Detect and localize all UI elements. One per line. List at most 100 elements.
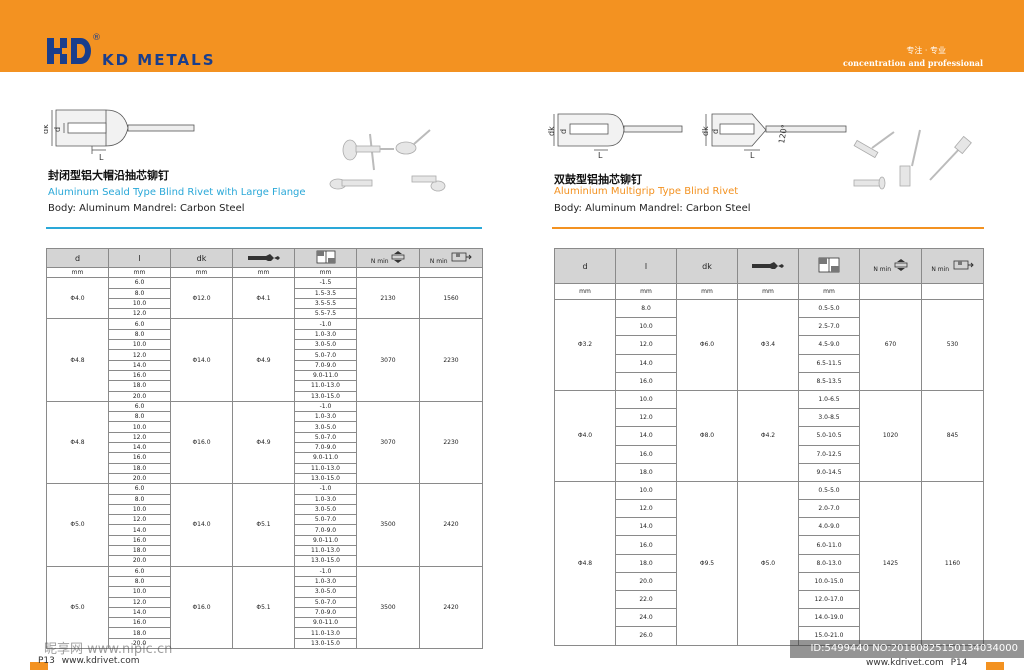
grip-range-cell: 11.0-13.0 (294, 627, 357, 639)
shear-force-cell: 3070 (356, 318, 420, 402)
col-d: d (46, 248, 109, 268)
length-cell: 26.0 (615, 626, 677, 646)
col-shear-force: N min (859, 248, 922, 284)
length-cell: 14.0 (615, 426, 677, 446)
grip-range-cell: 11.0-13.0 (294, 462, 357, 474)
grip-range-cell: 13.0-15.0 (294, 555, 357, 567)
dim-dk-b: dk (701, 126, 710, 136)
units-row: mm mm mm mm mm (554, 283, 984, 300)
length-cell: 18.0 (108, 545, 171, 557)
col-d: d (554, 248, 616, 284)
length-cell: 14.0 (615, 517, 677, 537)
grip-range-cell: 11.0-13.0 (294, 380, 357, 392)
grip-range-cell: 13.0-15.0 (294, 637, 357, 649)
tensile-force-icon (451, 252, 472, 262)
grip-range-cell: 5.0-7.0 (294, 349, 357, 361)
length-cell: 10.0 (615, 317, 677, 337)
tensile-force-cell: 2230 (419, 318, 483, 402)
grip-range-cell: 3.0-5.0 (294, 503, 357, 516)
length-cell: 12.0 (108, 431, 171, 444)
length-cell: 14.0 (108, 359, 171, 371)
tagline-en: concentration and professional (842, 58, 983, 68)
length-cell: 10.0 (108, 297, 171, 310)
drill-hole-cell: Φ5.1 (232, 565, 295, 649)
tensile-force-cell: 1560 (419, 277, 483, 320)
right-spec-table: d l dk N min N min mm mm mm mm mm Φ3.2 8.0 Φ6.0… (554, 248, 984, 646)
tensile-force-cell: 845 (921, 389, 984, 482)
grip-range-cell: -1.0 (294, 318, 357, 330)
kd-logo-icon (47, 38, 91, 64)
col-drill-hole (737, 248, 799, 284)
grip-range-cell: 7.0-9.0 (294, 442, 357, 454)
grip-range-cell: 5.0-7.0 (294, 596, 357, 608)
head-diameter-cell: Φ12.0 (170, 277, 233, 320)
length-cell: 16.0 (615, 371, 677, 391)
length-cell: 20.0 (615, 571, 677, 592)
head-diameter-cell: Φ14.0 (170, 318, 233, 402)
page-number-left: P13 (38, 656, 55, 666)
diameter-cell: Φ3.2 (554, 299, 616, 391)
length-cell: 10.0 (108, 339, 171, 351)
drill-hole-cell: Φ3.4 (737, 299, 799, 391)
grip-range-cell: 9.0-11.0 (294, 617, 357, 629)
length-cell: 14.0 (615, 353, 677, 373)
dim-d-b: d (711, 129, 720, 134)
drill-bit-icon (247, 254, 280, 262)
length-cell: 16.0 (108, 452, 171, 464)
col-dk: dk (170, 248, 233, 268)
shear-force-cell: 2130 (356, 277, 420, 320)
unit-cell: mm (294, 266, 357, 279)
grip-range-cell: 5.0-7.0 (294, 514, 357, 526)
dim-dk-a: dk (548, 126, 556, 136)
footer-url-right: www.kdrivet.com (866, 658, 944, 668)
grip-range-icon (316, 250, 335, 264)
table-row: Φ4.8 10.0 Φ9.5 Φ5.0 0.5-5.0 1425 1160 (554, 480, 984, 646)
grip-range-cell: 13.0-15.0 (294, 472, 357, 485)
dim-l-b: L (750, 151, 755, 160)
length-cell: 20.0 (108, 472, 171, 485)
right-body-material: Body: Aluminum Mandrel: Carbon Steel (554, 203, 751, 214)
length-cell: 10.0 (108, 503, 171, 516)
grip-range-cell: 14.0-19.0 (798, 608, 860, 628)
grip-range-cell: 1.0-3.0 (294, 411, 357, 423)
grip-range-cell: 8.0-13.0 (798, 553, 860, 573)
unit-cell: mm (170, 266, 233, 279)
diameter-cell: Φ4.8 (46, 400, 109, 485)
dim-d: d (53, 127, 62, 132)
grip-range-cell: 0.5-5.0 (798, 298, 860, 319)
unit-cell: mm (676, 283, 738, 300)
length-cell: 6.0 (108, 483, 171, 495)
brand-name: KD METALS (102, 51, 216, 69)
table-row: Φ4.8 6.0 Φ16.0 Φ4.9 -1.0 3070 2230 (46, 400, 483, 485)
grip-range-cell: 7.0-9.0 (294, 524, 357, 536)
drill-hole-cell: Φ5.1 (232, 483, 295, 567)
length-cell: 6.0 (108, 277, 171, 289)
tagline-cn: 专注 · 专业 (906, 46, 946, 55)
length-cell: 14.0 (108, 524, 171, 536)
grip-range-cell: 6.5-11.5 (798, 353, 860, 373)
diameter-cell: Φ5.0 (46, 483, 109, 567)
grip-range-cell: 13.0-15.0 (294, 390, 357, 402)
length-cell: 6.0 (108, 565, 171, 577)
unit-cell: mm (108, 266, 171, 279)
tensile-force-cell: 1160 (921, 480, 984, 646)
right-title-cn: 双鼓型铝抽芯铆钉 (554, 173, 642, 186)
grip-range-cell: 7.0-9.0 (294, 359, 357, 371)
grip-range-cell: 3.0-5.0 (294, 339, 357, 351)
table-row: Φ3.2 8.0 Φ6.0 Φ3.4 0.5-5.0 670 530 (554, 298, 984, 391)
head-diameter-cell: Φ6.0 (676, 299, 738, 391)
length-cell: 20.0 (108, 555, 171, 567)
grip-range-cell: 1.0-3.0 (294, 328, 357, 341)
unit-cell: mm (232, 266, 295, 279)
shear-label: N min (873, 266, 892, 273)
grip-range-cell: -1.0 (294, 483, 357, 495)
drill-hole-cell: Φ4.2 (737, 389, 799, 482)
tensile-label: N min (931, 266, 950, 273)
empty-cell (859, 283, 922, 300)
length-cell: 18.0 (615, 553, 677, 573)
rivet-photo-left (329, 129, 446, 192)
grip-range-cell: 6.0-11.0 (798, 535, 860, 555)
col-l: l (615, 248, 677, 284)
rivet-photo-right (853, 129, 972, 190)
length-cell: 12.0 (615, 408, 677, 428)
